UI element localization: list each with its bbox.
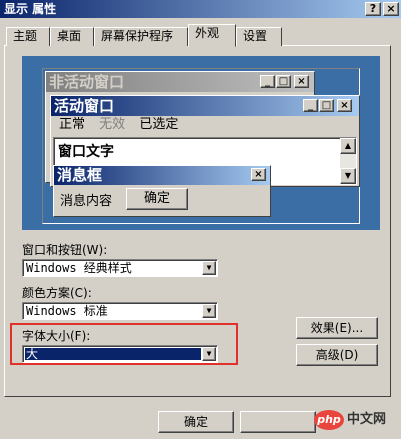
appearance-preview: 非活动窗口 _ □ × 活动窗口 _ □ × 正常 无效 已选定 窗口文字 ▲ … (22, 56, 380, 230)
font-size-label: 字体大小(F): (22, 329, 91, 343)
tab-settings[interactable]: 设置 (236, 27, 282, 46)
close-icon: × (294, 75, 309, 88)
tab-label: 外观 (195, 26, 220, 40)
color-scheme-value: Windows 标准 (26, 304, 108, 318)
watermark: php 中文网 (314, 404, 400, 436)
active-caption: 活动窗口 _ □ × (51, 96, 359, 116)
tab-label: 桌面 (57, 29, 82, 43)
minimize-icon: _ (260, 75, 275, 88)
menu-selected: 已选定 (139, 117, 179, 132)
maximize-icon: □ (319, 99, 334, 112)
php-logo-icon: php (314, 409, 344, 430)
font-size-value: 大 (26, 347, 39, 361)
tab-label: 设置 (243, 29, 268, 43)
advanced-button[interactable]: 高级(D) (296, 344, 378, 366)
msgbox-content: 消息内容 (60, 194, 113, 209)
selection-highlight (25, 348, 201, 360)
tab-desktop[interactable]: 桌面 (50, 27, 94, 46)
color-scheme-label: 颜色方案(C): (22, 286, 92, 300)
window-buttons-value: Windows 经典样式 (26, 261, 132, 275)
help-button[interactable]: ? (365, 2, 381, 16)
minimize-icon: _ (303, 99, 318, 112)
window-buttons-select[interactable]: Windows 经典样式 ▼ (22, 259, 218, 277)
close-icon: × (337, 99, 352, 112)
chevron-down-icon[interactable]: ▼ (202, 261, 216, 275)
scroll-up-icon: ▲ (340, 138, 356, 154)
ok-button[interactable]: 确定 (158, 411, 234, 433)
window-text: 窗口文字 (58, 144, 114, 160)
preview-menubar: 正常 无效 已选定 (51, 116, 359, 134)
color-scheme-select[interactable]: Windows 标准 ▼ (22, 302, 218, 320)
window-title: 显示 属性 (4, 2, 57, 16)
msgbox-caption: 消息框 × (54, 166, 270, 185)
inactive-caption: 非活动窗口 _ □ × (46, 72, 314, 92)
message-box: 消息框 × 消息内容 确定 (53, 165, 271, 217)
menu-normal: 正常 (59, 117, 86, 132)
tab-label: 屏幕保护程序 (101, 29, 174, 43)
close-button[interactable]: × (383, 2, 399, 16)
cancel-button[interactable] (240, 411, 316, 433)
tab-screensaver[interactable]: 屏幕保护程序 (94, 27, 188, 46)
msgbox-ok-button: 确定 (126, 188, 188, 210)
close-icon: × (251, 168, 266, 181)
effects-button[interactable]: 效果(E)... (296, 317, 378, 339)
tab-label: 主题 (13, 29, 38, 43)
chevron-down-icon[interactable]: ▼ (202, 304, 216, 318)
tab-themes[interactable]: 主题 (6, 27, 50, 46)
chevron-down-icon[interactable]: ▼ (202, 347, 216, 361)
scroll-down-icon: ▼ (340, 168, 356, 184)
watermark-text: 中文网 (347, 412, 387, 427)
menu-disabled: 无效 (99, 117, 126, 132)
maximize-icon: □ (276, 75, 291, 88)
active-title: 活动窗口 (54, 97, 115, 115)
window-buttons-label: 窗口和按钮(W): (22, 243, 108, 257)
title-bar[interactable]: 显示 属性 ? × (0, 0, 401, 18)
preview-scrollbar: ▲ ▼ (340, 138, 356, 184)
inactive-title: 非活动窗口 (49, 73, 125, 91)
preview-desktop: 非活动窗口 _ □ × 活动窗口 _ □ × 正常 无效 已选定 窗口文字 ▲ … (42, 68, 360, 224)
msgbox-title: 消息框 (57, 166, 103, 184)
font-size-select[interactable]: 大 ▼ (22, 345, 218, 363)
tab-appearance[interactable]: 外观 (188, 24, 236, 47)
